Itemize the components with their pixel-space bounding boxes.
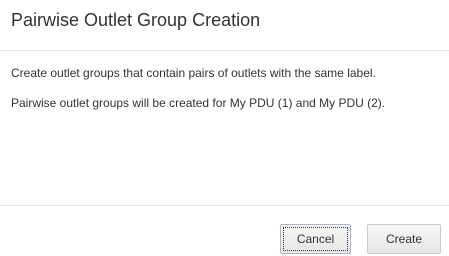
dialog-header: Pairwise Outlet Group Creation	[0, 0, 449, 51]
dialog-footer: Cancel Create	[0, 205, 449, 256]
dialog-body: Create outlet groups that contain pairs …	[11, 64, 439, 124]
create-button[interactable]: Create	[367, 224, 441, 254]
dialog-title: Pairwise Outlet Group Creation	[11, 10, 261, 30]
cancel-button[interactable]: Cancel	[280, 224, 351, 254]
description-text: Create outlet groups that contain pairs …	[11, 66, 376, 80]
pairwise-outlet-group-dialog: Pairwise Outlet Group Creation Create ou…	[0, 0, 449, 256]
target-pdus-text: Pairwise outlet groups will be created f…	[11, 96, 386, 110]
